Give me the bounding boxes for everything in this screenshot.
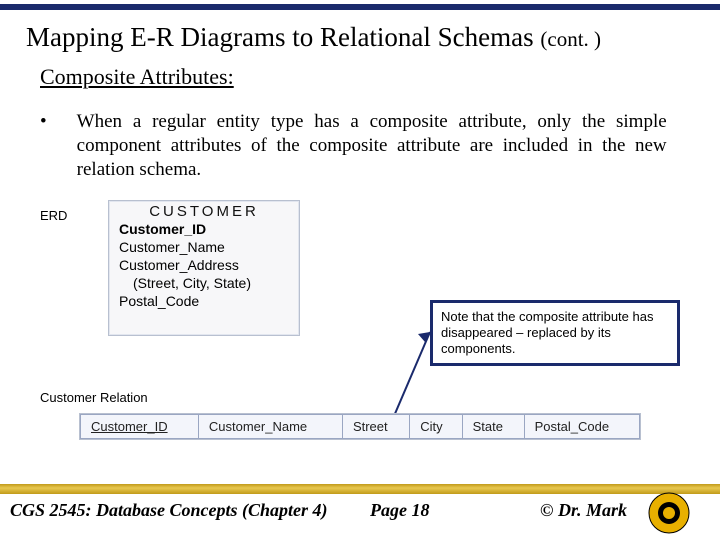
callout-note: Note that the composite attribute has di… [430, 300, 680, 366]
slide-title-cont: (cont. ) [540, 27, 601, 51]
bottom-rule [0, 484, 720, 494]
column-header-pk: Customer_ID [81, 415, 199, 439]
top-rule [0, 4, 720, 10]
bullet-row: • When a regular entity type has a compo… [40, 110, 680, 182]
bullet-mark: • [40, 110, 47, 182]
erd-attr: Customer_Name [109, 238, 299, 256]
erd-attr-composite: Customer_Address [109, 256, 299, 274]
column-header: City [410, 415, 462, 439]
erd-attr: Postal_Code [109, 292, 299, 310]
column-header: Customer_Name [198, 415, 342, 439]
erd-entity-box: CUSTOMER Customer_ID Customer_Name Custo… [108, 200, 300, 336]
footer-page: Page 18 [370, 500, 540, 521]
erd-label: ERD [40, 208, 67, 223]
column-header: Street [342, 415, 409, 439]
footer-course: CGS 2545: Database Concepts (Chapter 4) [0, 500, 370, 521]
footer: CGS 2545: Database Concepts (Chapter 4) … [0, 500, 720, 521]
relation-table: Customer_ID Customer_Name Street City St… [80, 414, 640, 439]
section-heading: Composite Attributes: [40, 64, 234, 90]
erd-attr-pk: Customer_ID [109, 220, 299, 238]
erd-attr-components: (Street, City, State) [109, 274, 299, 292]
slide-title: Mapping E-R Diagrams to Relational Schem… [26, 22, 601, 53]
slide-title-main: Mapping E-R Diagrams to Relational Schem… [26, 22, 540, 52]
erd-entity-title: CUSTOMER [109, 203, 299, 220]
column-header: Postal_Code [524, 415, 639, 439]
table-row: Customer_ID Customer_Name Street City St… [81, 415, 640, 439]
column-header: State [462, 415, 524, 439]
bullet-text: When a regular entity type has a composi… [77, 110, 667, 182]
relation-label: Customer Relation [40, 390, 148, 405]
arrow-icon [392, 320, 432, 416]
footer-author: © Dr. Mark [540, 500, 627, 521]
institution-logo-icon [648, 492, 690, 534]
